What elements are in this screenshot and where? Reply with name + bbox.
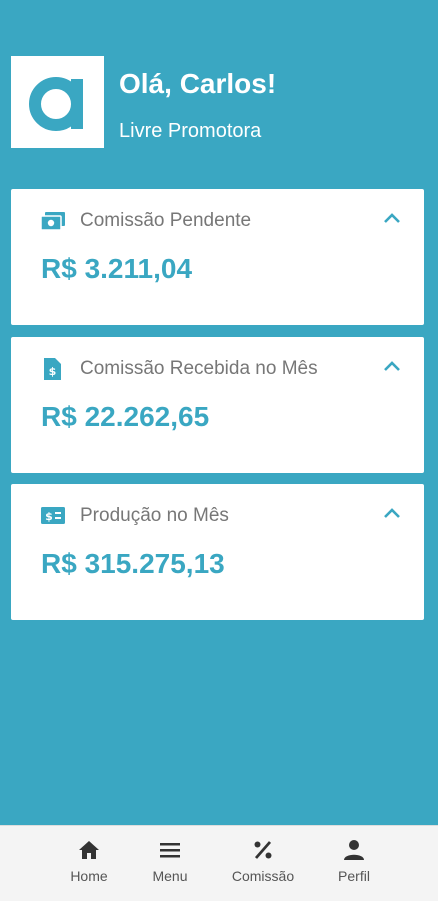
- chevron-up-icon[interactable]: [382, 211, 402, 225]
- svg-text:$: $: [49, 365, 57, 378]
- nav-menu[interactable]: Menu: [125, 838, 215, 884]
- nav-label: Home: [70, 868, 108, 884]
- card-comissao-pendente[interactable]: Comissão Pendente R$ 3.211,04: [11, 189, 424, 325]
- bottom-navigation: Home Menu Comissão Perfil: [0, 825, 438, 901]
- chevron-up-icon[interactable]: [382, 506, 402, 520]
- nav-perfil[interactable]: Perfil: [309, 838, 399, 884]
- nav-home[interactable]: Home: [44, 838, 134, 884]
- chevron-up-icon[interactable]: [382, 359, 402, 373]
- home-icon: [79, 841, 99, 859]
- card-amount: R$ 22.262,65: [41, 401, 210, 432]
- company-subtitle: Livre Promotora: [119, 120, 262, 142]
- svg-text:$: $: [45, 510, 53, 523]
- greeting-title: Olá, Carlos!: [119, 68, 277, 99]
- menu-icon: [160, 843, 180, 858]
- card-title: Comissão Pendente: [80, 210, 252, 231]
- person-icon: [344, 840, 364, 860]
- app-logo: [11, 56, 104, 148]
- money-icon: [40, 212, 65, 231]
- nav-label: Menu: [152, 868, 188, 884]
- nav-label: Comissão: [231, 868, 295, 884]
- nav-label: Perfil: [338, 868, 370, 884]
- card-producao-mes[interactable]: $ Produção no Mês R$ 315.275,13: [11, 484, 424, 620]
- card-amount: R$ 315.275,13: [41, 548, 225, 579]
- card-amount: R$ 3.211,04: [41, 253, 193, 284]
- card-title: Comissão Recebida no Mês: [80, 358, 318, 379]
- nav-comissao[interactable]: Comissão: [218, 838, 308, 884]
- percent-icon: [254, 841, 272, 859]
- card-title: Produção no Mês: [80, 505, 229, 526]
- header: Olá, Carlos! Livre Promotora: [11, 56, 427, 148]
- dollar-document-icon: $: [44, 358, 61, 380]
- card-comissao-recebida[interactable]: $ Comissão Recebida no Mês R$ 22.262,65: [11, 337, 424, 473]
- letter-a-logo-icon: [28, 77, 83, 131]
- dollar-card-icon: $: [41, 507, 65, 524]
